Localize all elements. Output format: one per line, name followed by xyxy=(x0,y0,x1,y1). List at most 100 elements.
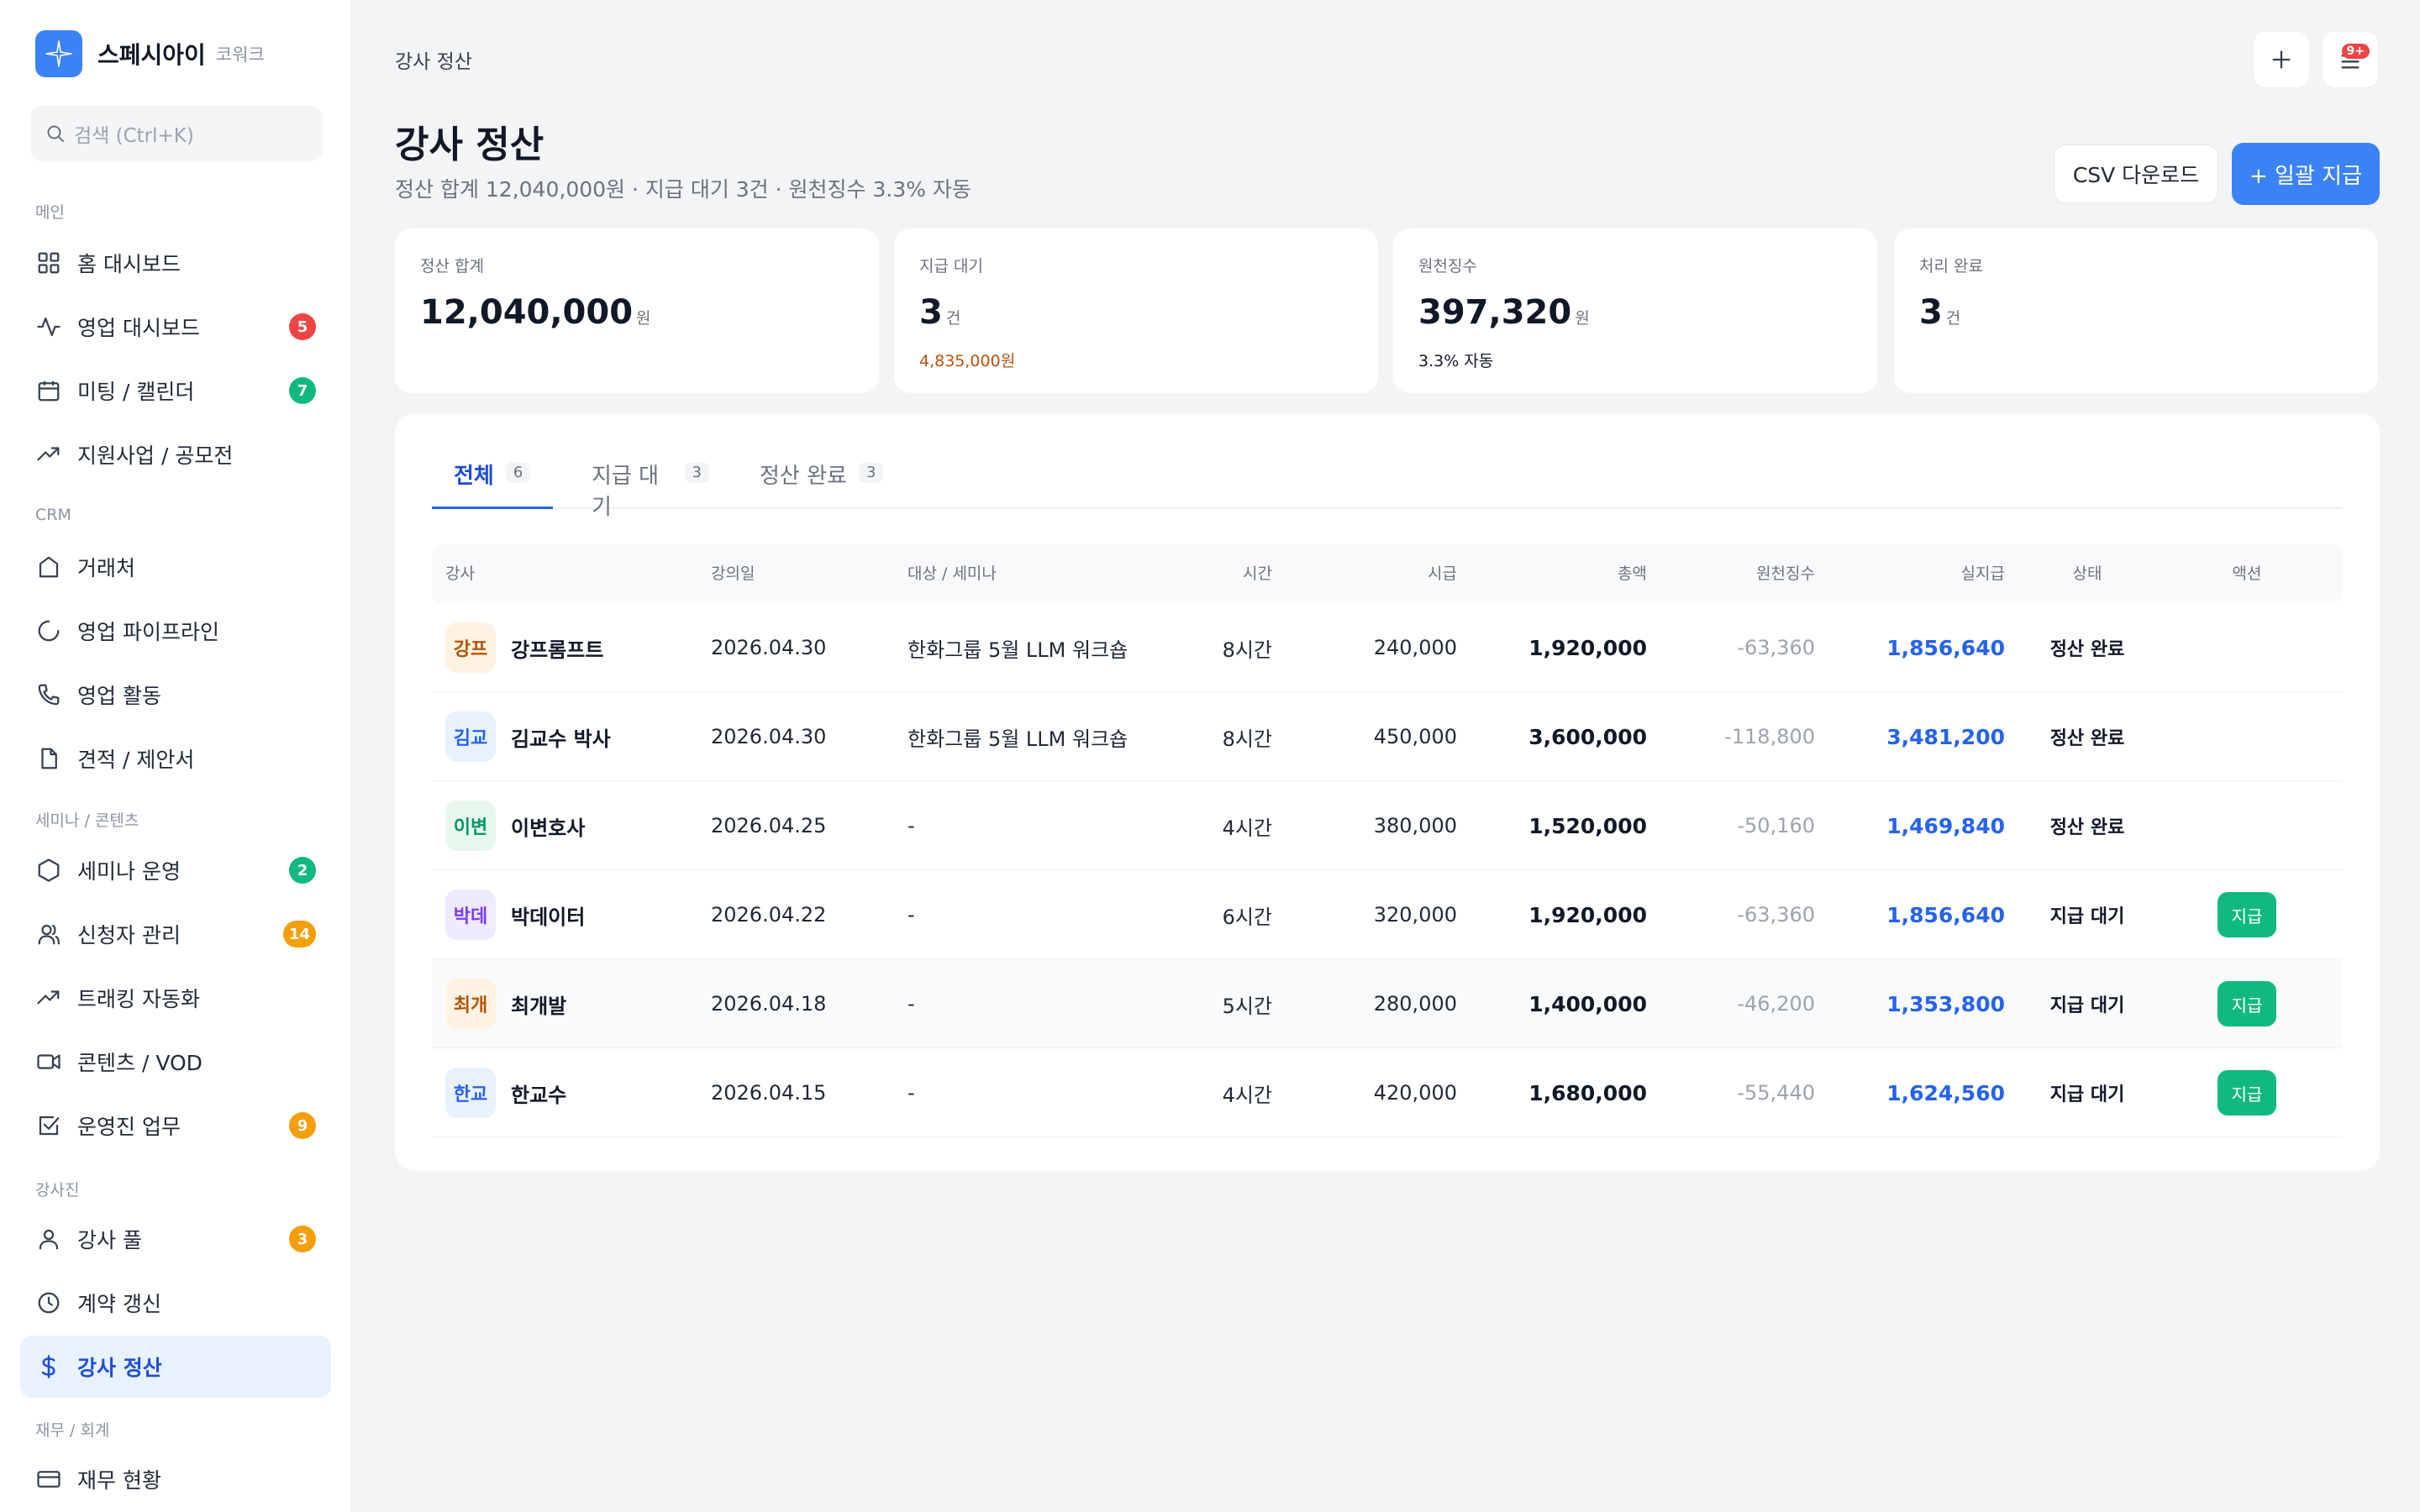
sidebar-item-grants[interactable]: 지원사업 / 공모전 xyxy=(20,423,331,486)
action-cell xyxy=(2188,781,2306,870)
calendar-icon xyxy=(35,377,62,404)
pay-button[interactable]: 지급 xyxy=(2217,1070,2276,1116)
sidebar-item-instructor-settlement[interactable]: 강사 정산 xyxy=(20,1336,331,1398)
sidebar-item-ops-tasks[interactable]: 운영진 업무 9 xyxy=(20,1095,331,1157)
withholding: -55,440 xyxy=(1737,1081,1815,1105)
total-amount: 1,680,000 xyxy=(1528,1080,1647,1105)
sidebar-badge: 3 xyxy=(289,1226,316,1252)
avatar: 한교 xyxy=(445,1068,496,1118)
net-pay: 1,469,840 xyxy=(1886,813,2005,838)
sidebar-item-sales-dashboard[interactable]: 영업 대시보드 5 xyxy=(20,296,331,358)
nav-group-seminar: 세미나 / 콘텐츠 xyxy=(35,811,139,830)
sidebar-item-label: 견적 / 제안서 xyxy=(77,748,195,772)
seminar-target: - xyxy=(908,903,915,927)
lecture-date: 2026.04.22 xyxy=(711,903,827,927)
table-row[interactable]: 김교 김교수 박사 2026.04.30 한화그룹 5월 LLM 워크숍 8시간 450,… xyxy=(432,692,2343,781)
sidebar-item-label: 지원사업 / 공모전 xyxy=(77,444,234,468)
hours: 4시간 xyxy=(1222,1083,1272,1107)
table-row[interactable]: 최개 최개발 2026.04.18 - 5시간 280,000 1,400,000 -46,2… xyxy=(432,959,2343,1048)
withholding: -63,360 xyxy=(1737,636,1815,659)
seminar-target: - xyxy=(908,1081,915,1105)
hourly-rate: 450,000 xyxy=(1373,725,1457,748)
table-row[interactable]: 박데 박데이터 2026.04.22 - 6시간 320,000 1,920,000 -63,… xyxy=(432,870,2343,959)
pay-button[interactable]: 지급 xyxy=(2217,981,2276,1026)
csv-download-button[interactable]: CSV 다운로드 xyxy=(2054,144,2218,203)
sidebar-item-instructor-pool[interactable]: 강사 풀 3 xyxy=(20,1208,331,1270)
instructor-name[interactable]: 강프롬프트 xyxy=(511,633,603,663)
brand-sub: 코워크 xyxy=(215,45,265,65)
sidebar-item-applicants[interactable]: 신청자 관리 14 xyxy=(20,903,331,965)
sidebar-item-label: 영업 대시보드 xyxy=(77,316,200,340)
instructor-name[interactable]: 이변호사 xyxy=(511,811,585,841)
bulk-pay-button[interactable]: + 일괄 지급 xyxy=(2232,143,2380,205)
search-input[interactable]: 검색 (Ctrl+K) xyxy=(30,106,323,161)
sidebar-item-label: 콘텐츠 / VOD xyxy=(77,1051,203,1075)
tab-pending[interactable]: 지급 대기 3 xyxy=(570,454,729,520)
user-icon xyxy=(35,1226,62,1252)
sidebar-item-contract-renewal[interactable]: 계약 갱신 xyxy=(20,1272,331,1334)
sidebar-item-content[interactable]: 콘텐츠 / VOD xyxy=(20,1031,331,1093)
page-title: 강사 정산 xyxy=(395,123,544,166)
table-row[interactable]: 한교 한교수 2026.04.15 - 4시간 420,000 1,680,000 -55,4… xyxy=(432,1048,2343,1137)
clock-icon xyxy=(35,1289,62,1316)
sidebar-item-sales-activity[interactable]: 영업 활동 xyxy=(20,664,331,726)
sidebar-badge: 9 xyxy=(289,1112,316,1139)
column-header: 시간 xyxy=(1243,564,1272,583)
table-row[interactable]: 이변 이변호사 2026.04.25 - 4시간 380,000 1,520,000 -50,… xyxy=(432,781,2343,870)
loading-circle-icon xyxy=(35,617,62,644)
sidebar-item-label: 운영진 업무 xyxy=(77,1115,181,1139)
sidebar-badge: 7 xyxy=(289,377,316,404)
sidebar-item-pipeline[interactable]: 영업 파이프라인 xyxy=(20,600,331,662)
stat-card-completed: 처리 완료 3 건 xyxy=(1894,228,2378,393)
dollar-icon xyxy=(35,1353,62,1380)
sidebar-item-tracking[interactable]: 트래킹 자동화 xyxy=(20,967,331,1029)
lecture-date: 2026.04.30 xyxy=(711,636,827,659)
stat-number: 397,320 xyxy=(1418,293,1572,332)
action-cell: 지급 xyxy=(2188,1048,2306,1137)
tab-count: 3 xyxy=(858,462,884,483)
sidebar-item-meetings[interactable]: 미팅 / 캘린더 7 xyxy=(20,360,331,422)
hours: 6시간 xyxy=(1222,905,1272,929)
pay-button[interactable]: 지급 xyxy=(2217,892,2276,937)
settlement-panel: 전체 6 지급 대기 3 정산 완료 3 강사 강의일 대상 / 세미나 시간 … xyxy=(395,413,2380,1171)
add-button[interactable] xyxy=(2254,32,2309,87)
sidebar-item-label: 영업 활동 xyxy=(77,684,161,708)
tab-completed[interactable]: 정산 완료 3 xyxy=(738,454,906,509)
stat-unit: 원 xyxy=(636,309,651,328)
brand[interactable]: 스페시아이 코워크 xyxy=(35,30,265,77)
instructor-cell: 강프 강프롬프트 xyxy=(445,603,697,692)
sidebar-item-label: 강사 풀 xyxy=(77,1228,142,1252)
total-amount: 3,600,000 xyxy=(1528,724,1647,749)
stat-unit: 건 xyxy=(945,309,961,328)
tab-count: 3 xyxy=(684,462,709,483)
status-label: 지급 대기 xyxy=(2049,906,2125,927)
total-amount: 1,520,000 xyxy=(1528,813,1647,838)
stat-value: 3 건 xyxy=(919,293,1353,332)
notifications-button[interactable]: 9+ xyxy=(2323,32,2378,87)
credit-card-icon xyxy=(35,1466,62,1493)
table-row[interactable]: 강프 강프롬프트 2026.04.30 한화그룹 5월 LLM 워크숍 8시간 240,0… xyxy=(432,603,2343,692)
tab-bar: 전체 6 지급 대기 3 정산 완료 3 xyxy=(432,454,2343,520)
sidebar-item-seminar-ops[interactable]: 세미나 운영 2 xyxy=(20,839,331,901)
instructor-name[interactable]: 김교수 박사 xyxy=(511,722,611,752)
lecture-date: 2026.04.18 xyxy=(711,992,827,1016)
sidebar-item-label: 거래처 xyxy=(77,556,136,580)
instructor-name[interactable]: 박데이터 xyxy=(511,900,585,930)
sidebar-item-finance[interactable]: 재무 현황 xyxy=(20,1448,331,1510)
instructor-name[interactable]: 최개발 xyxy=(511,990,566,1019)
lecture-date: 2026.04.15 xyxy=(711,1081,827,1105)
sidebar-item-label: 계약 갱신 xyxy=(77,1292,161,1316)
lecture-date: 2026.04.30 xyxy=(711,725,827,748)
hexagon-icon xyxy=(35,857,62,884)
withholding: -118,800 xyxy=(1724,725,1815,748)
sidebar-item-home-dashboard[interactable]: 홈 대시보드 xyxy=(20,232,331,294)
column-header: 강사 xyxy=(445,564,475,583)
building-icon xyxy=(35,554,62,580)
sidebar-badge: 5 xyxy=(289,313,316,340)
stat-label: 지급 대기 xyxy=(919,257,983,276)
sidebar-item-quotes[interactable]: 견적 / 제안서 xyxy=(20,727,331,790)
brand-name: 스페시아이 xyxy=(97,41,206,69)
sidebar-item-clients[interactable]: 거래처 xyxy=(20,536,331,598)
instructor-name[interactable]: 한교수 xyxy=(511,1079,566,1108)
tab-all[interactable]: 전체 6 xyxy=(432,454,553,509)
